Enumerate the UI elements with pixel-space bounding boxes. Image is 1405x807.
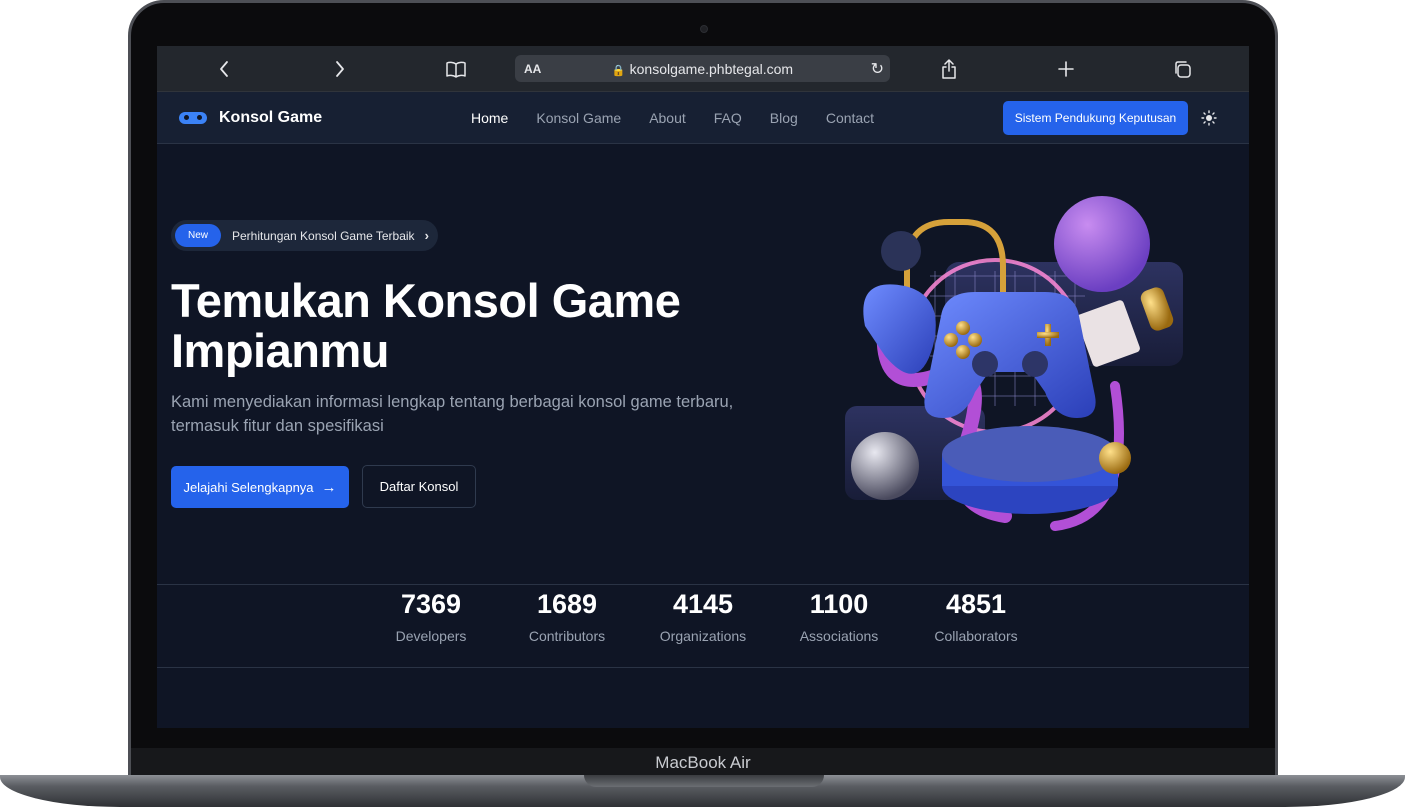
nav-links: Home Konsol Game About FAQ Blog Contact [471,92,902,144]
stat-value: 7369 [400,589,462,619]
tabs-overview-icon[interactable] [1164,46,1200,92]
announcement-badge[interactable]: New Perhitungan Konsol Game Terbaik › [171,220,438,251]
stat-label: Contributors [528,628,606,644]
brand-name: Konsol Game [219,109,323,126]
camera-icon [700,25,708,33]
arrow-right-icon: → [321,478,337,496]
new-tab-icon[interactable] [1048,46,1084,92]
stat-value: 4851 [945,589,1007,619]
stats-section: 7369 Developers 1689 Contributors 4145 O… [157,584,1249,668]
stat-label: Developers [395,628,467,644]
stat-contributors: 1689 Contributors [497,585,637,644]
laptop-notch [584,775,824,787]
nav-link-contact[interactable]: Contact [826,110,874,126]
lock-icon: 🔒 [611,64,626,77]
reload-icon[interactable]: ↻ [871,59,884,79]
badge-text: Perhitungan Konsol Game Terbaik [232,228,415,243]
stat-value: 1689 [536,589,598,619]
nav-link-about[interactable]: About [649,110,686,126]
explore-button-label: Jelajahi Selengkapnya [183,479,314,495]
screen: AA 🔒 konsolgame.phbtegal.com ↻ Konsol Gam… [157,46,1249,728]
explore-button[interactable]: Jelajahi Selengkapnya → [171,466,349,508]
device-label: MacBook Air [655,753,751,772]
stat-organizations: 4145 Organizations [633,585,773,644]
url-text: konsolgame.phbtegal.com [629,60,794,77]
console-list-button[interactable]: Daftar Konsol [362,465,476,508]
stat-label: Associations [799,628,879,644]
brand-logo[interactable]: Konsol Game [179,92,322,144]
address-bar[interactable]: AA 🔒 konsolgame.phbtegal.com ↻ [515,55,890,82]
stat-label: Collaborators [934,628,1018,644]
nav-link-home[interactable]: Home [471,110,508,126]
decision-support-button[interactable]: Sistem Pendukung Keputusan [1003,101,1188,135]
hero-description: Kami menyediakan informasi lengkap tenta… [171,393,734,435]
chevron-right-icon: › [424,228,429,243]
share-icon[interactable] [931,46,967,92]
stat-value: 1100 [809,589,869,619]
site-navbar: Konsol Game Home Konsol Game About FAQ B… [157,92,1249,144]
bookmarks-icon[interactable] [438,46,474,92]
stat-label: Organizations [659,628,747,644]
new-tag: New [175,224,221,247]
nav-link-faq[interactable]: FAQ [714,110,742,126]
browser-toolbar: AA 🔒 konsolgame.phbtegal.com ↻ [157,46,1249,92]
stat-associations: 1100 Associations [769,585,909,644]
nav-link-konsol-game[interactable]: Konsol Game [536,110,621,126]
hero-title: Temukan Konsol Game Impianmu [171,274,681,377]
back-icon[interactable] [206,46,242,92]
laptop-chin: MacBook Air [131,748,1275,778]
nav-link-blog[interactable]: Blog [770,110,798,126]
gamepad-illustration [845,196,1183,531]
stat-value: 4145 [672,589,734,619]
stat-developers: 7369 Developers [361,585,501,644]
text-size-button[interactable]: AA [524,62,541,76]
gamepad-icon [179,112,207,124]
forward-icon[interactable] [322,46,358,92]
theme-toggle-icon[interactable] [1201,92,1217,144]
stat-collaborators: 4851 Collaborators [906,585,1046,644]
